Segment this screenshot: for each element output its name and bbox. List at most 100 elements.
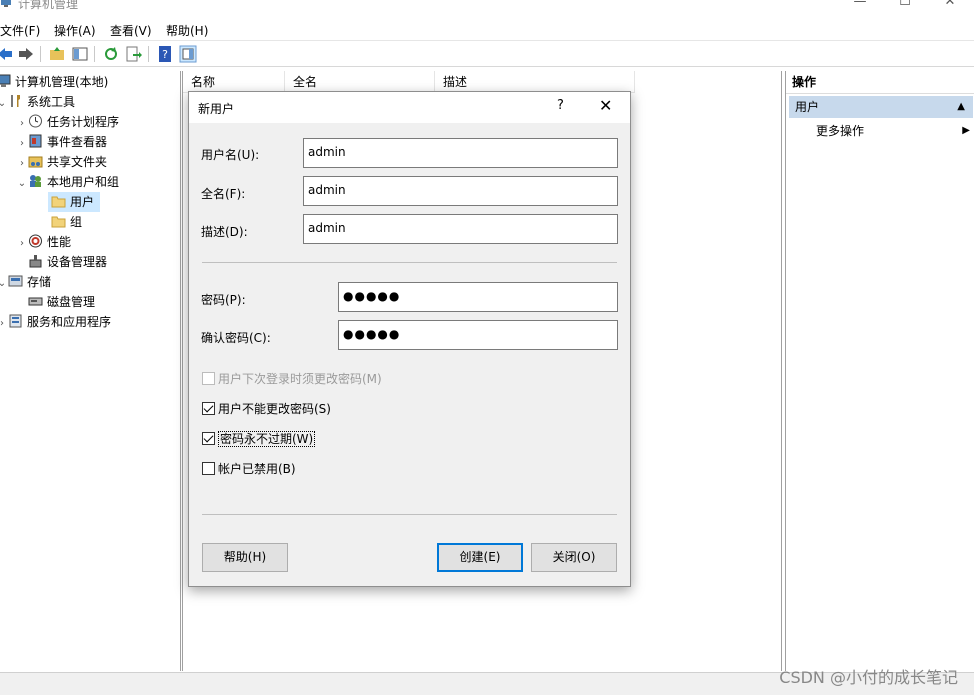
- window-title: 计算机管理: [18, 0, 79, 11]
- show-action-pane-icon[interactable]: [179, 45, 197, 63]
- minimize-button[interactable]: —: [850, 0, 870, 10]
- chevron-right-icon[interactable]: ›: [16, 234, 28, 254]
- column-header-fullname[interactable]: 全名: [285, 71, 435, 93]
- computer-management-icon: [1, 0, 11, 7]
- tree-item-label: 任务计划程序: [47, 115, 120, 129]
- status-bar: CSDN @小付的成长笔记: [0, 668, 974, 695]
- create-button[interactable]: 创建(E): [437, 543, 523, 572]
- description-label: 描述(D):: [201, 225, 248, 239]
- chevron-down-icon[interactable]: ⌄: [0, 94, 8, 114]
- tree-item-device-manager[interactable]: 设备管理器: [28, 252, 107, 272]
- new-user-dialog: 新用户 ? ✕ 用户名(U): admin 全名(F): admin 描述(D)…: [188, 91, 631, 587]
- svg-text:?: ?: [162, 48, 168, 61]
- maximize-button[interactable]: ☐: [895, 0, 915, 10]
- tree-item-system-tools[interactable]: ⌄ 系统工具: [0, 92, 75, 112]
- fullname-label: 全名(F):: [201, 187, 246, 201]
- help-button[interactable]: 帮助(H): [202, 543, 288, 572]
- folder-icon: [51, 216, 66, 228]
- storage-icon: [8, 275, 23, 287]
- menu-help[interactable]: 帮助(H): [166, 22, 208, 39]
- chevron-right-icon[interactable]: ›: [16, 114, 28, 134]
- event-viewer-icon: [29, 134, 42, 148]
- must-change-password-checkbox[interactable]: [202, 372, 215, 385]
- close-window-button[interactable]: ✕: [940, 0, 960, 10]
- column-header-name[interactable]: 名称: [183, 71, 285, 93]
- option-label: 用户下次登录时须更改密码(M): [218, 372, 382, 386]
- option-account-disabled[interactable]: 帐户已禁用(B): [202, 461, 296, 479]
- tree-item-label: 服务和应用程序: [27, 315, 112, 329]
- forward-arrow-icon[interactable]: [17, 45, 35, 63]
- tree-item-users[interactable]: 用户: [48, 192, 101, 212]
- cannot-change-password-checkbox[interactable]: [202, 402, 215, 415]
- menu-view[interactable]: 查看(V): [110, 22, 152, 39]
- chevron-right-icon[interactable]: ›: [16, 154, 28, 174]
- tree-item-label: 存储: [27, 275, 52, 289]
- tree-item-label: 本地用户和组: [47, 175, 120, 189]
- menu-action[interactable]: 操作(A): [54, 22, 96, 39]
- description-field[interactable]: admin: [303, 214, 618, 244]
- password-never-expires-checkbox[interactable]: [202, 432, 215, 445]
- option-label: 帐户已禁用(B): [218, 462, 296, 476]
- tree-item-local-users-groups[interactable]: ⌄ 本地用户和组: [16, 172, 119, 192]
- tree-item-services-applications[interactable]: › 服务和应用程序: [0, 312, 111, 332]
- refresh-icon[interactable]: [102, 45, 120, 63]
- actions-section-users[interactable]: 用户 ▲: [789, 96, 973, 118]
- toolbar-separator: [148, 46, 149, 62]
- option-must-change-password[interactable]: 用户下次登录时须更改密码(M): [202, 371, 382, 389]
- help-icon[interactable]: ?: [156, 45, 174, 63]
- dialog-close-button[interactable]: ✕: [599, 96, 612, 115]
- tree-item-label: 用户: [70, 195, 95, 209]
- window-title-bar: 计算机管理 — ☐ ✕: [0, 0, 974, 14]
- export-list-icon[interactable]: [124, 45, 142, 63]
- watermark: CSDN @小付的成长笔记: [779, 668, 958, 687]
- account-disabled-checkbox[interactable]: [202, 462, 215, 475]
- option-label: 密码永不过期(W): [218, 431, 316, 447]
- tree-item-label: 事件查看器: [47, 135, 108, 149]
- column-headers: 名称 全名 描述: [183, 71, 635, 93]
- collapse-up-icon[interactable]: ▲: [957, 96, 965, 118]
- chevron-down-icon[interactable]: ⌄: [16, 174, 28, 194]
- column-header-description[interactable]: 描述: [435, 71, 635, 93]
- chevron-right-icon[interactable]: ›: [16, 134, 28, 154]
- close-button[interactable]: 关闭(O): [531, 543, 617, 572]
- tree-item-event-viewer[interactable]: › 事件查看器: [16, 132, 107, 152]
- console-tree: 计算机管理(本地) ⌄ 系统工具 › 任务计划程序 › 事件查看器 › 共享文件夹 ⌄ 本…: [0, 71, 181, 671]
- tree-item-storage[interactable]: ⌄ 存储: [0, 272, 51, 292]
- dialog-help-button[interactable]: ?: [557, 98, 564, 113]
- toolbar-separator: [94, 46, 95, 62]
- up-folder-icon[interactable]: [48, 45, 66, 63]
- username-label: 用户名(U):: [201, 148, 260, 162]
- option-password-never-expires[interactable]: 密码永不过期(W): [202, 431, 316, 449]
- more-actions-item[interactable]: 更多操作 ▶: [816, 121, 970, 141]
- disk-icon: [28, 297, 43, 306]
- tree-item-task-scheduler[interactable]: › 任务计划程序: [16, 112, 119, 132]
- tree-item-performance[interactable]: › 性能: [16, 232, 71, 252]
- tree-item-groups[interactable]: 组: [48, 212, 82, 232]
- actions-section-label: 用户: [795, 100, 820, 114]
- fullname-field[interactable]: admin: [303, 176, 618, 206]
- tree-item-disk-management[interactable]: 磁盘管理: [28, 292, 95, 312]
- chevron-right-icon[interactable]: ›: [0, 314, 8, 334]
- show-hide-tree-icon[interactable]: [71, 45, 89, 63]
- dialog-separator: [202, 514, 617, 515]
- option-cannot-change-password[interactable]: 用户不能更改密码(S): [202, 401, 331, 419]
- tree-item-label: 共享文件夹: [47, 155, 108, 169]
- back-arrow-icon[interactable]: [0, 45, 14, 63]
- dialog-title: 新用户: [198, 102, 235, 116]
- computer-icon: [0, 74, 11, 87]
- password-field[interactable]: ●●●●●: [338, 282, 618, 312]
- tree-item-label: 设备管理器: [47, 255, 108, 269]
- confirm-password-field[interactable]: ●●●●●: [338, 320, 618, 350]
- services-icon: [9, 314, 22, 328]
- menu-file[interactable]: 文件(F): [0, 22, 40, 39]
- toolbar-separator: [40, 46, 41, 62]
- tree-item-label: 组: [70, 215, 83, 229]
- toolbar: ?: [0, 41, 974, 67]
- tree-item-label: 磁盘管理: [47, 295, 96, 309]
- option-label: 用户不能更改密码(S): [218, 402, 331, 416]
- users-groups-icon: [30, 175, 41, 187]
- chevron-down-icon[interactable]: ⌄: [0, 274, 8, 294]
- username-field[interactable]: admin: [303, 138, 618, 168]
- tree-item-shared-folders[interactable]: › 共享文件夹: [16, 152, 107, 172]
- tree-item-computer-management[interactable]: 计算机管理(本地): [0, 72, 108, 92]
